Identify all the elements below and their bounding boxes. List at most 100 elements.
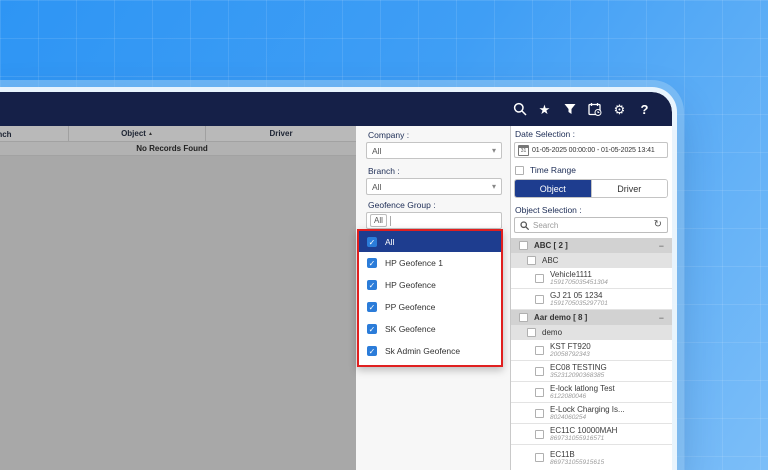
column-header-object[interactable]: Object▲ (68, 126, 206, 141)
checkbox-checked-icon[interactable]: ✓ (367, 346, 377, 356)
checkbox-unchecked-icon[interactable] (535, 346, 544, 355)
date-selection-label: Date Selection : (515, 129, 575, 139)
checkbox-unchecked-icon[interactable] (535, 367, 544, 376)
vehicle-id: 869731055916571 (550, 435, 617, 442)
tree-group-row[interactable]: Aar demo [ 8 ]− (511, 310, 672, 325)
company-select[interactable]: All ▾ (366, 142, 502, 159)
vehicle-info: EC11B869731055915615 (550, 450, 604, 466)
refresh-icon[interactable]: ↻ (654, 220, 662, 230)
vehicle-name: Vehicle1111 (550, 270, 608, 279)
geofence-option-label: HP Geofence (385, 280, 436, 290)
desktop-background: ★ ⚙ ? Branch Object▲ Driver No Records F… (0, 0, 768, 470)
checkbox-unchecked-icon[interactable] (519, 313, 528, 322)
time-range-checkbox[interactable] (515, 166, 524, 175)
tree-vehicle-row[interactable]: EC11B869731055915615 (511, 445, 672, 470)
checkbox-unchecked-icon[interactable] (527, 328, 536, 337)
tree-group-row[interactable]: ABC [ 2 ]− (511, 238, 672, 253)
settings-gear-icon[interactable]: ⚙ (612, 102, 627, 117)
tree-subgroup-label: ABC (542, 256, 558, 265)
tab-driver[interactable]: Driver (591, 180, 668, 197)
tree-subgroup-row[interactable]: ABC (511, 253, 672, 268)
geofence-selected-chip[interactable]: All (370, 214, 387, 227)
geofence-dropdown-list: ✓All✓HP Geofence 1✓HP Geofence✓PP Geofen… (357, 229, 503, 367)
object-search-box: ↻ (514, 217, 668, 233)
collapse-icon[interactable]: − (659, 313, 664, 323)
column-header-branch[interactable]: Branch (0, 126, 68, 141)
tree-vehicle-row[interactable]: E-lock latlong Test6122080046 (511, 382, 672, 403)
geofence-option[interactable]: ✓ PP Geofence (359, 296, 501, 318)
checkbox-checked-icon[interactable]: ✓ (367, 237, 377, 247)
geofence-option[interactable]: ✓ SK Geofence (359, 318, 501, 340)
vehicle-name: EC11B (550, 450, 604, 459)
company-select-value: All (372, 146, 492, 156)
checkbox-checked-icon[interactable]: ✓ (367, 258, 377, 268)
time-range-label: Time Range (530, 165, 576, 175)
calendar-icon: 31 (518, 145, 529, 156)
vehicle-info: KST FT92020058792343 (550, 342, 591, 358)
schedule-calendar-icon[interactable] (587, 102, 602, 117)
vehicle-info: E-lock latlong Test6122080046 (550, 384, 615, 400)
vehicle-info: GJ 21 05 12341591705035297701 (550, 291, 608, 307)
geofence-option-label: PP Geofence (385, 302, 435, 312)
checkbox-unchecked-icon[interactable] (519, 241, 528, 250)
checkbox-unchecked-icon[interactable] (535, 453, 544, 462)
company-label: Company : (368, 130, 409, 140)
vehicle-info: EC08 TESTING352312090368385 (550, 363, 607, 379)
tree-vehicle-row[interactable]: GJ 21 05 12341591705035297701 (511, 289, 672, 310)
date-range-input[interactable]: 31 01-05-2025 00:00:00 - 01-05-2025 13:4… (514, 142, 668, 158)
checkbox-checked-icon[interactable]: ✓ (367, 302, 377, 312)
checkbox-unchecked-icon[interactable] (535, 388, 544, 397)
vehicle-id: 8024060254 (550, 414, 625, 421)
no-records-banner: No Records Found (0, 142, 356, 156)
search-icon[interactable] (512, 102, 527, 117)
geofence-option[interactable]: ✓ Sk Admin Geofence (359, 340, 501, 362)
geofence-group-label: Geofence Group : (368, 200, 436, 210)
object-search-input[interactable] (533, 221, 650, 230)
branch-select[interactable]: All ▾ (366, 178, 502, 195)
report-table-area: Branch Object▲ Driver No Records Found (0, 126, 356, 470)
help-icon[interactable]: ? (637, 102, 652, 117)
vehicle-id: 352312090368385 (550, 372, 607, 379)
search-icon (520, 221, 529, 230)
geofence-option-label: SK Geofence (385, 324, 436, 334)
geofence-option[interactable]: ✓HP Geofence 1 (359, 252, 501, 274)
object-driver-tabs: Object Driver (514, 179, 668, 198)
date-range-value: 01-05-2025 00:00:00 - 01-05-2025 13:41 (532, 147, 655, 154)
table-header-row: Branch Object▲ Driver (0, 126, 356, 142)
checkbox-checked-icon[interactable]: ✓ (367, 280, 377, 290)
tree-vehicle-row[interactable]: E-Lock Charging Is...8024060254 (511, 403, 672, 424)
tab-object[interactable]: Object (515, 180, 591, 197)
checkbox-unchecked-icon[interactable] (535, 295, 544, 304)
vehicle-name: EC08 TESTING (550, 363, 607, 372)
vehicle-id: 1591705035297701 (550, 300, 608, 307)
time-range-row: Time Range (515, 165, 576, 175)
geofence-option[interactable]: ✓ All (359, 231, 501, 252)
geofence-option[interactable]: ✓ HP Geofence (359, 274, 501, 296)
checkbox-unchecked-icon[interactable] (535, 274, 544, 283)
vehicle-id: 1591705035451304 (550, 279, 608, 286)
vehicle-id: 20058792343 (550, 351, 591, 358)
geofence-group-multiselect[interactable]: All (366, 212, 502, 229)
checkbox-checked-icon[interactable]: ✓ (367, 324, 377, 334)
tree-subgroup-label: demo (542, 328, 562, 337)
tree-subgroup-row[interactable]: demo (511, 325, 672, 340)
selection-panel: Date Selection : 31 01-05-2025 00:00:00 … (511, 126, 672, 470)
tree-vehicle-row[interactable]: EC08 TESTING352312090368385 (511, 361, 672, 382)
tree-vehicle-row[interactable]: EC11C 10000MAH869731055916571 (511, 424, 672, 445)
branch-select-value: All (372, 182, 492, 192)
checkbox-unchecked-icon[interactable] (535, 430, 544, 439)
text-cursor (390, 216, 391, 226)
checkbox-unchecked-icon[interactable] (527, 256, 536, 265)
column-header-driver[interactable]: Driver (206, 126, 356, 141)
collapse-icon[interactable]: − (659, 241, 664, 251)
vehicle-info: Vehicle11111591705035451304 (550, 270, 608, 286)
favorites-star-icon[interactable]: ★ (537, 102, 552, 117)
filter-icon[interactable] (562, 102, 577, 117)
tree-vehicle-row[interactable]: Vehicle11111591705035451304 (511, 268, 672, 289)
checkbox-unchecked-icon[interactable] (535, 409, 544, 418)
tree-vehicle-row[interactable]: KST FT92020058792343 (511, 340, 672, 361)
object-tree-list: ABC [ 2 ]− ABC Vehicle11111591705035451304… (511, 238, 672, 470)
geofence-option-label: All (385, 237, 394, 247)
geofence-option-label: Sk Admin Geofence (385, 346, 460, 356)
vehicle-name: E-lock latlong Test (550, 384, 615, 393)
